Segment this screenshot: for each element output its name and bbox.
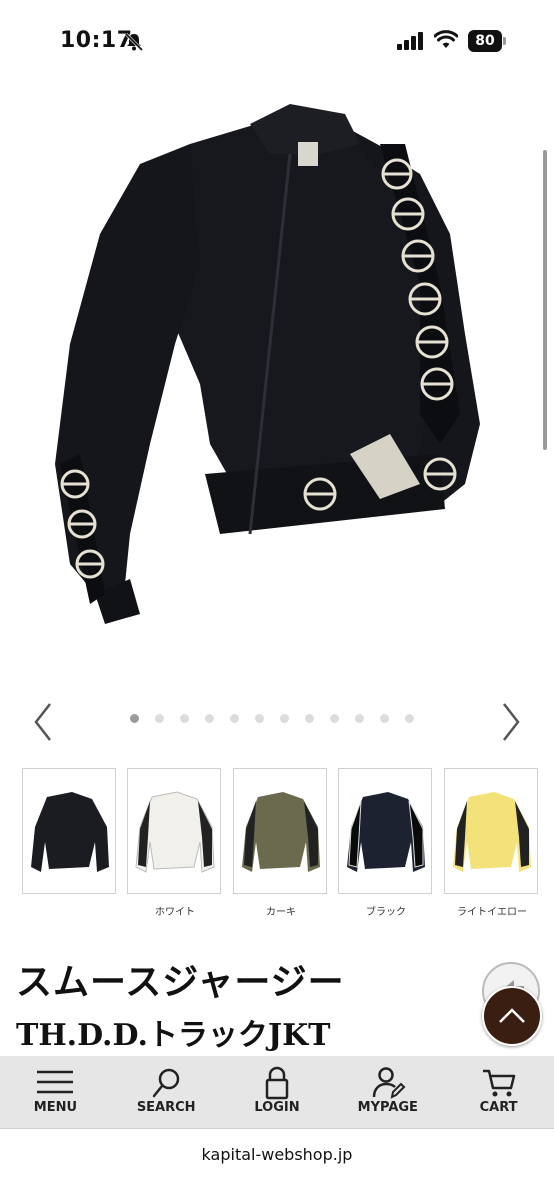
- carousel-dot[interactable]: [305, 714, 314, 723]
- thumbnail-jacket-image: [453, 792, 531, 872]
- carousel-dots: [130, 714, 414, 726]
- thumbnail-label: ブラック: [366, 907, 406, 918]
- wifi-icon: [434, 30, 458, 48]
- page-scrollbar[interactable]: [543, 150, 547, 450]
- carousel-dot[interactable]: [205, 714, 214, 723]
- bottom-navigation: MENU SEARCH LOGIN MYPAGE CART: [0, 1056, 554, 1128]
- thumbnail-label: ライトイエロー: [457, 907, 527, 918]
- battery-icon: 80: [468, 30, 508, 52]
- carousel-dot[interactable]: [130, 714, 139, 723]
- search-icon: [152, 1068, 180, 1098]
- carousel-dot[interactable]: [355, 714, 364, 723]
- carousel-dot[interactable]: [405, 714, 414, 723]
- nav-cart-label: CART: [479, 1100, 518, 1115]
- nav-login-label: LOGIN: [254, 1100, 300, 1115]
- thumbnail-jacket-image: [135, 791, 215, 873]
- thumbnail-label: ホワイト: [155, 907, 195, 918]
- scroll-to-top-button[interactable]: [482, 986, 542, 1046]
- hamburger-menu-icon: [37, 1070, 74, 1094]
- thumbnail-jacket-image: [31, 792, 109, 872]
- carousel-dot[interactable]: [180, 714, 189, 723]
- nav-menu-label: MENU: [33, 1100, 78, 1115]
- product-title-line1: スムースジャージー: [16, 961, 345, 1003]
- cart-icon: [482, 1069, 515, 1097]
- chevron-right-icon[interactable]: [496, 700, 526, 744]
- thumbnail-jacket-image: [242, 792, 320, 872]
- product-main-image[interactable]: [0, 84, 554, 684]
- user-edit-icon: [372, 1067, 406, 1099]
- product-title: スムースジャージー TH.D.D.トラックJKT: [16, 958, 345, 1060]
- nav-search-label: SEARCH: [136, 1100, 196, 1115]
- chevron-up-icon: [499, 1008, 525, 1023]
- nav-search[interactable]: SEARCH: [111, 1056, 222, 1128]
- nav-menu[interactable]: MENU: [0, 1056, 111, 1128]
- battery-level: 80: [468, 30, 502, 52]
- thumbnail-item[interactable]: ブラック: [338, 768, 432, 918]
- nav-mypage[interactable]: MYPAGE: [332, 1056, 443, 1128]
- nav-login[interactable]: LOGIN: [222, 1056, 333, 1128]
- status-time: 10:17: [60, 28, 133, 53]
- thumbnail-jacket-image: [347, 792, 425, 872]
- carousel-dot[interactable]: [380, 714, 389, 723]
- carousel-dot[interactable]: [280, 714, 289, 723]
- thumbnail-item[interactable]: [22, 768, 116, 894]
- carousel-dot[interactable]: [230, 714, 239, 723]
- jacket-image: [55, 104, 480, 624]
- thumbnail-item[interactable]: ライトイエロー: [444, 768, 538, 918]
- status-bar: 10:17 80: [0, 0, 554, 84]
- browser-url-bar[interactable]: kapital-webshop.jp: [0, 1128, 554, 1200]
- carousel-dot[interactable]: [155, 714, 164, 723]
- nav-mypage-label: MYPAGE: [357, 1100, 418, 1115]
- cellular-signal-icon: [397, 32, 423, 50]
- nav-cart[interactable]: CART: [443, 1056, 554, 1128]
- product-title-line2: TH.D.D.トラックJKT: [16, 1018, 331, 1053]
- carousel-dot[interactable]: [330, 714, 339, 723]
- thumbnail-item[interactable]: カーキ: [233, 768, 327, 918]
- lock-icon: [265, 1066, 289, 1100]
- url-text: kapital-webshop.jp: [201, 1145, 353, 1164]
- color-thumbnails: ホワイト カーキ ブラック ライトイエロー: [22, 768, 538, 918]
- thumbnail-label: カーキ: [266, 907, 296, 918]
- thumbnail-item[interactable]: ホワイト: [127, 768, 221, 918]
- bell-muted-icon: [124, 32, 144, 52]
- chevron-left-icon[interactable]: [28, 700, 58, 744]
- carousel-dot[interactable]: [255, 714, 264, 723]
